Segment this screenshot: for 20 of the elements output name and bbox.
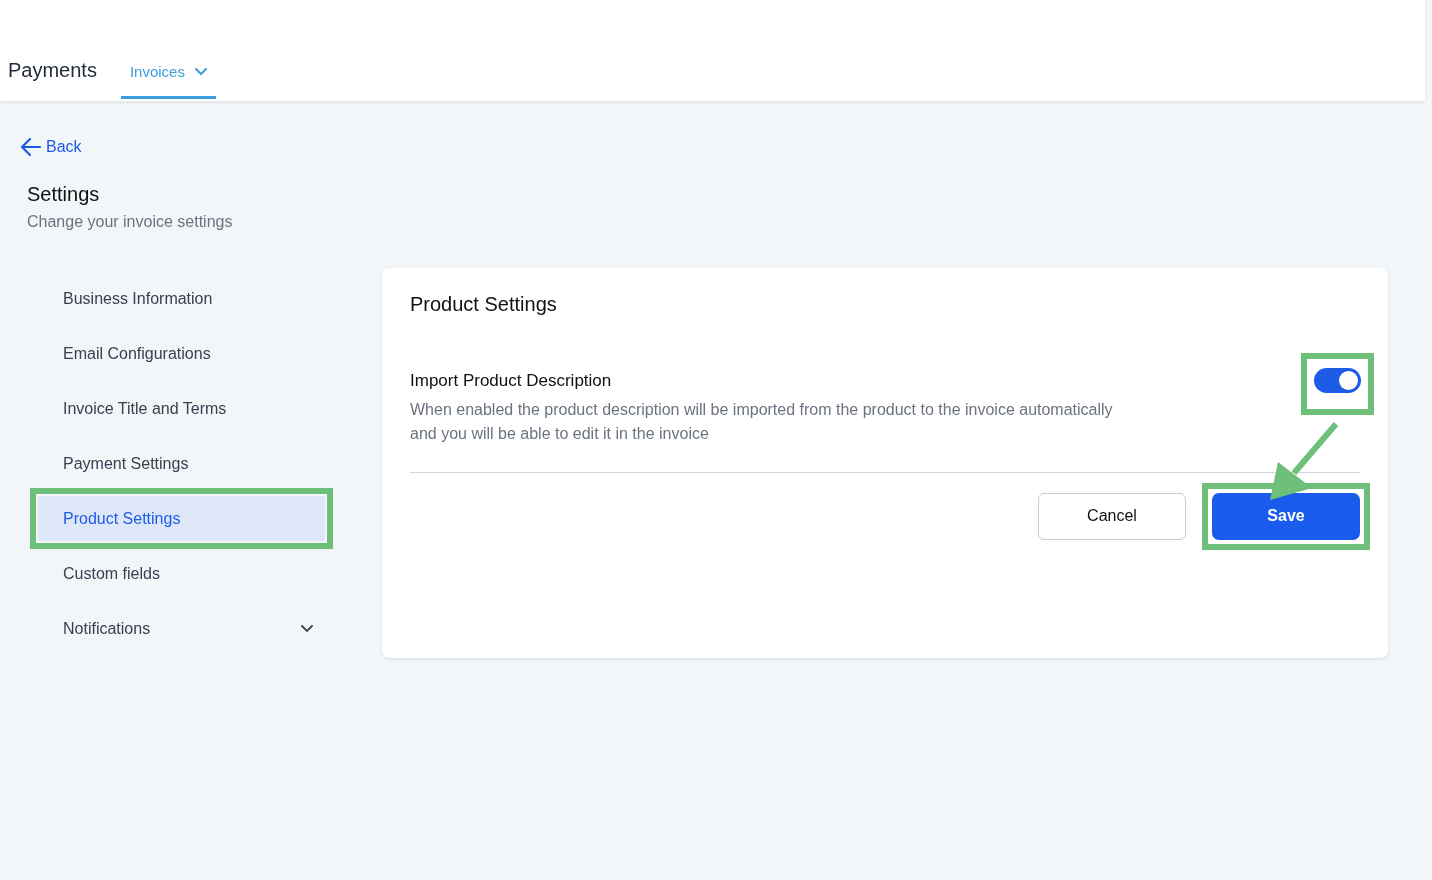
toggle-switch[interactable] (1314, 368, 1361, 393)
chevron-down-icon (194, 67, 207, 76)
sidebar-item[interactable]: Payment Settings (38, 441, 325, 486)
chevron-down-icon (301, 624, 313, 633)
sidebar-item[interactable]: Product Settings (38, 496, 325, 541)
page-subtitle: Change your invoice settings (27, 212, 234, 232)
sidebar-item[interactable]: Custom fields (38, 551, 325, 596)
sidebar-item[interactable]: Business Information (38, 276, 325, 321)
sidebar-item[interactable]: Email Configurations (38, 331, 325, 376)
back-arrow-icon (20, 137, 42, 157)
sidebar-item[interactable]: Invoice Title and Terms (38, 386, 325, 431)
sidebar-item[interactable]: Notifications (38, 606, 325, 651)
setting-description: When enabled the product description will be imported from the product to the invoice automatically and you will be able to edit it in the invoice (410, 399, 1114, 444)
setting-title: Import Product Description (410, 370, 613, 392)
panel-title: Product Settings (410, 292, 558, 316)
back-link[interactable]: Back (20, 135, 82, 159)
page-title: Settings (27, 182, 101, 206)
save-button[interactable]: Save (1212, 492, 1360, 540)
app-title: Payments (8, 58, 97, 83)
cancel-button[interactable]: Cancel (1038, 492, 1186, 540)
